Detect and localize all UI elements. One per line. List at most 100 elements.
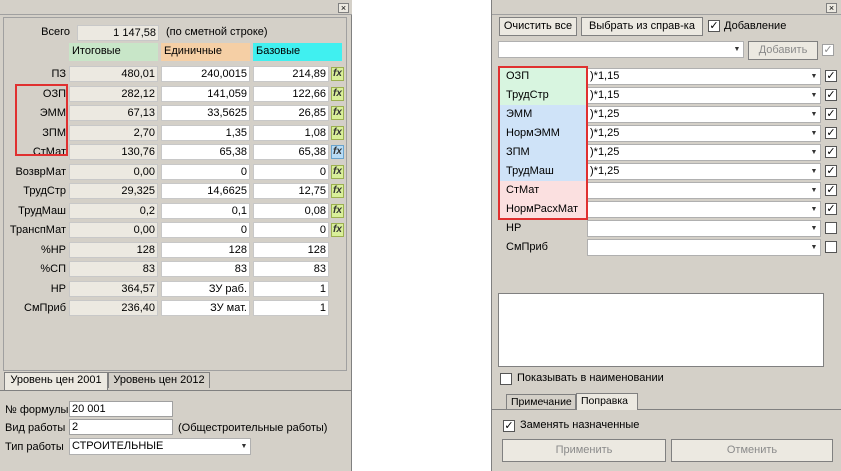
value-cell-v3[interactable]: 1: [253, 281, 329, 297]
workkind-value: СТРОИТЕЛЬНЫЕ: [72, 440, 164, 452]
workkind-label: Тип работы: [5, 441, 64, 453]
value-cell-v3[interactable]: 65,38: [253, 144, 329, 160]
coefficient-value: )*1,25: [590, 165, 620, 177]
value-cell-v3[interactable]: 0: [253, 222, 329, 238]
formula-fx-icon[interactable]: fx: [331, 87, 344, 101]
chevron-down-icon[interactable]: ▼: [809, 203, 819, 217]
chevron-down-icon[interactable]: ▼: [809, 146, 819, 160]
chevron-down-icon[interactable]: ▼: [809, 165, 819, 179]
value-cell-v2[interactable]: 128: [161, 242, 250, 258]
value-cell-v2[interactable]: 83: [161, 261, 250, 277]
formula-fx-icon[interactable]: fx: [331, 204, 344, 218]
chevron-down-icon[interactable]: ▼: [809, 241, 819, 255]
row-enabled-checkbox[interactable]: ✓: [825, 146, 837, 158]
formula-fx-icon[interactable]: fx: [331, 67, 344, 81]
row-enabled-checkbox[interactable]: ✓: [825, 70, 837, 82]
chevron-down-icon[interactable]: ▼: [809, 108, 819, 122]
chevron-down-icon[interactable]: ▼: [809, 70, 819, 84]
value-cell-v2[interactable]: ЗУ раб.: [161, 281, 250, 297]
value-cell-v2[interactable]: 0,1: [161, 203, 250, 219]
coefficient-select[interactable]: )*1,25 ▼: [587, 125, 821, 142]
value-cell-v2[interactable]: 0: [161, 164, 250, 180]
header-bazovye: Базовые: [253, 43, 342, 61]
tab-level-2001[interactable]: Уровень цен 2001: [4, 372, 108, 390]
note-memo[interactable]: [498, 293, 824, 367]
coefficient-select[interactable]: )*1,15 ▼: [587, 68, 821, 85]
formula-input[interactable]: 20 001: [69, 401, 173, 417]
row-label: ТранспМат: [9, 224, 66, 236]
value-cell-v3[interactable]: 128: [253, 242, 329, 258]
clear-all-button[interactable]: Очистить все: [499, 17, 577, 36]
coefficient-select[interactable]: ▼: [587, 239, 821, 256]
value-cell-v1: 480,01: [69, 66, 158, 82]
value-cell-v3[interactable]: 122,66: [253, 86, 329, 102]
variable-name: НР: [500, 219, 586, 238]
tab-level-2012[interactable]: Уровень цен 2012: [108, 372, 210, 388]
apply-button[interactable]: Применить: [502, 439, 666, 462]
formula-fx-icon[interactable]: fx: [331, 106, 344, 120]
row-enabled-checkbox[interactable]: ✓: [825, 108, 837, 120]
cancel-button[interactable]: Отменить: [671, 439, 833, 462]
coefficient-select[interactable]: )*1,25 ▼: [587, 144, 821, 161]
value-cell-v2[interactable]: 33,5625: [161, 105, 250, 121]
value-cell-v3[interactable]: 83: [253, 261, 329, 277]
row-enabled-checkbox[interactable]: [825, 241, 837, 253]
chevron-down-icon[interactable]: ▼: [732, 43, 742, 57]
row-enabled-checkbox[interactable]: ✓: [825, 127, 837, 139]
chevron-down-icon[interactable]: ▼: [809, 222, 819, 236]
value-cell-v3[interactable]: 12,75: [253, 183, 329, 199]
workkind-select[interactable]: СТРОИТЕЛЬНЫЕ ▼: [69, 438, 251, 455]
chevron-down-icon[interactable]: ▼: [809, 184, 819, 198]
row-enabled-checkbox[interactable]: ✓: [825, 165, 837, 177]
replace-assigned-checkbox[interactable]: ✓: [503, 420, 515, 432]
worktype-input[interactable]: 2: [69, 419, 173, 435]
tab-correction[interactable]: Поправка: [576, 393, 638, 410]
row-enabled-checkbox[interactable]: ✓: [825, 184, 837, 196]
value-cell-v2[interactable]: 14,6625: [161, 183, 250, 199]
coefficient-select[interactable]: ▼: [587, 182, 821, 199]
value-cell-v2[interactable]: 0: [161, 222, 250, 238]
coefficient-select[interactable]: )*1,25 ▼: [587, 163, 821, 180]
value-cell-v2[interactable]: 65,38: [161, 144, 250, 160]
value-cell-v1: 0,2: [69, 203, 158, 219]
show-in-name-label: Показывать в наименовании: [517, 372, 664, 384]
row-enabled-checkbox[interactable]: ✓: [825, 203, 837, 215]
add-enable-checkbox[interactable]: ✓: [822, 44, 834, 56]
value-cell-v2[interactable]: ЗУ мат.: [161, 300, 250, 316]
left-close-icon[interactable]: ×: [338, 3, 349, 13]
value-cell-v2[interactable]: 141,059: [161, 86, 250, 102]
value-cell-v3[interactable]: 1,08: [253, 125, 329, 141]
chevron-down-icon[interactable]: ▼: [239, 440, 249, 454]
formula-fx-icon[interactable]: fx: [331, 223, 344, 237]
row-enabled-checkbox[interactable]: [825, 222, 837, 234]
value-cell-v3[interactable]: 214,89: [253, 66, 329, 82]
formula-fx-icon[interactable]: fx: [331, 126, 344, 140]
value-cell-v1: 0,00: [69, 222, 158, 238]
coefficient-select[interactable]: )*1,15 ▼: [587, 87, 821, 104]
add-mode-checkbox[interactable]: ✓: [708, 20, 720, 32]
right-panel: × Очистить все Выбрать из справ-ка ✓ Доб…: [491, 0, 841, 471]
value-cell-v3[interactable]: 1: [253, 300, 329, 316]
value-cell-v1: 128: [69, 242, 158, 258]
coefficient-select[interactable]: ▼: [587, 201, 821, 218]
chevron-down-icon[interactable]: ▼: [809, 127, 819, 141]
formula-fx-icon[interactable]: fx: [331, 145, 344, 159]
coefficient-select[interactable]: ▼: [587, 220, 821, 237]
add-button[interactable]: Добавить: [748, 41, 818, 60]
value-cell-v3[interactable]: 26,85: [253, 105, 329, 121]
formula-fx-icon[interactable]: fx: [331, 165, 344, 179]
row-enabled-checkbox[interactable]: ✓: [825, 89, 837, 101]
right-close-icon[interactable]: ×: [826, 3, 837, 13]
tab-note[interactable]: Примечание: [506, 394, 576, 409]
coefficient-select[interactable]: )*1,25 ▼: [587, 106, 821, 123]
value-cell-v2[interactable]: 1,35: [161, 125, 250, 141]
show-in-name-checkbox[interactable]: [500, 373, 512, 385]
pick-from-directory-button[interactable]: Выбрать из справ-ка: [581, 17, 703, 36]
value-cell-v2[interactable]: 240,0015: [161, 66, 250, 82]
value-cell-v3[interactable]: 0: [253, 164, 329, 180]
add-select[interactable]: ▼: [498, 41, 744, 58]
formula-fx-icon[interactable]: fx: [331, 184, 344, 198]
value-cell-v3[interactable]: 0,08: [253, 203, 329, 219]
row-label: %СП: [40, 263, 66, 275]
chevron-down-icon[interactable]: ▼: [809, 89, 819, 103]
